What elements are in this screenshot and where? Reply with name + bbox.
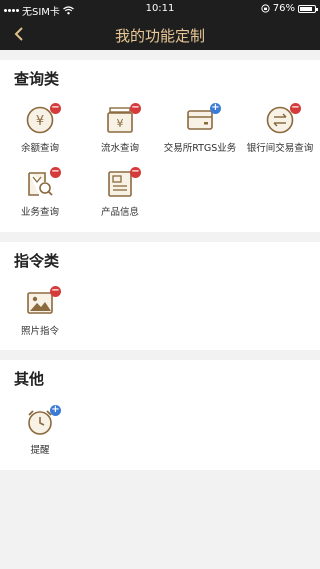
function-item-rtgs[interactable]: + 交易所RTGS业务	[160, 103, 240, 170]
status-right: 76%	[261, 3, 318, 14]
section-other: 其他 + 提醒	[0, 360, 320, 470]
battery-percent: 76%	[272, 3, 295, 14]
remove-badge-icon[interactable]: −	[130, 103, 141, 114]
remove-badge-icon[interactable]: −	[50, 103, 61, 114]
nav-bar: 我的功能定制	[0, 18, 320, 50]
function-item-balance-query[interactable]: ¥ − 余额查询	[0, 103, 80, 170]
section-title: 其他	[14, 370, 45, 388]
function-label: 银行间交易查询	[246, 143, 314, 154]
function-item-transaction-query[interactable]: ¥ − 流水查询	[80, 103, 160, 170]
svg-text:¥: ¥	[36, 114, 44, 129]
battery-icon	[298, 4, 318, 13]
function-item-interbank-query[interactable]: − 银行间交易查询	[240, 103, 320, 170]
function-item-product-info[interactable]: − 产品信息	[80, 167, 160, 234]
add-badge-icon[interactable]: +	[210, 103, 221, 114]
section-query: 查询类 ¥ − 余额查询 ¥ − 流水查询 + 交易所RTGS业务 − 银行间交…	[0, 60, 320, 232]
add-badge-icon[interactable]: +	[50, 405, 61, 416]
chevron-left-icon	[14, 27, 23, 41]
function-item-photo-instruction[interactable]: − 照片指令	[0, 286, 80, 353]
remove-badge-icon[interactable]: −	[290, 103, 301, 114]
function-item-business-query[interactable]: − 业务查询	[0, 167, 80, 234]
back-button[interactable]	[8, 22, 32, 46]
section-instruction: 指令类 − 照片指令	[0, 242, 320, 350]
orientation-lock-icon	[261, 4, 270, 13]
empty-background	[0, 470, 320, 569]
function-label: 产品信息	[100, 207, 139, 218]
page-title: 我的功能定制	[114, 27, 205, 45]
svg-text:¥: ¥	[117, 117, 124, 130]
function-label: 提醒	[30, 445, 50, 456]
function-item-reminder[interactable]: + 提醒	[0, 405, 80, 472]
remove-badge-icon[interactable]: −	[50, 286, 61, 297]
function-label: 照片指令	[20, 326, 59, 337]
section-title: 指令类	[14, 252, 60, 270]
status-bar: 无SIM卡 10:11 76%	[0, 0, 320, 18]
remove-badge-icon[interactable]: −	[50, 167, 61, 178]
remove-badge-icon[interactable]: −	[130, 167, 141, 178]
section-title: 查询类	[14, 70, 60, 88]
